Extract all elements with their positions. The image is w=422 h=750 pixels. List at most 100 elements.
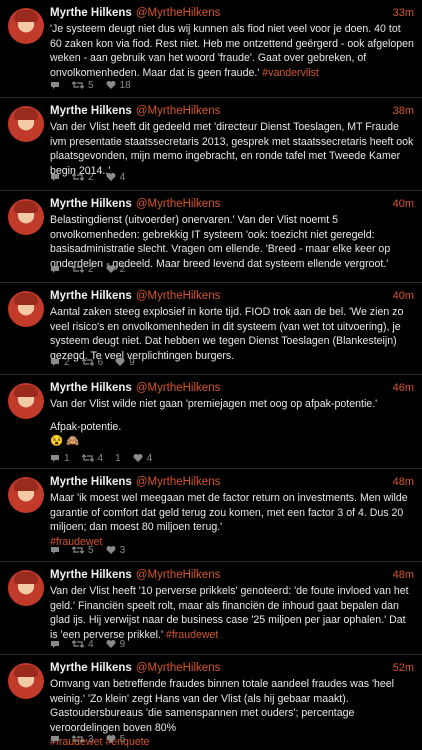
tweet-time[interactable]: 52m bbox=[393, 662, 414, 674]
tweet-actions: 4 9 bbox=[50, 637, 137, 651]
tweet-time[interactable]: 40m bbox=[393, 198, 414, 210]
user-handle[interactable]: @MyrtheHilkens bbox=[136, 7, 221, 19]
reply-icon bbox=[51, 547, 59, 554]
quote-count: 1 bbox=[115, 453, 121, 464]
retweet-count: 4 bbox=[88, 638, 94, 650]
reply-button[interactable] bbox=[50, 80, 60, 90]
tweet-header: Myrthe Hilkens @MyrtheHilkens 33m bbox=[50, 7, 414, 23]
reply-button[interactable] bbox=[50, 264, 60, 274]
heart-icon bbox=[106, 81, 116, 89]
user-name[interactable]: Myrthe Hilkens bbox=[50, 476, 132, 488]
tweet-header: Myrthe Hilkens @MyrtheHilkens 38m bbox=[50, 105, 414, 121]
avatar[interactable] bbox=[8, 663, 44, 699]
reply-icon bbox=[51, 266, 59, 273]
tweet-time[interactable]: 48m bbox=[393, 476, 414, 488]
retweet-icon bbox=[72, 265, 84, 273]
user-handle[interactable]: @MyrtheHilkens bbox=[136, 476, 221, 488]
hashtag[interactable]: #vandervlist bbox=[262, 67, 319, 79]
tweet[interactable]: Myrthe Hilkens @MyrtheHilkens 38m Van der… bbox=[0, 98, 422, 191]
reply-count: 1 bbox=[64, 452, 70, 464]
like-button[interactable]: 18 bbox=[106, 80, 131, 91]
user-name[interactable]: Myrthe Hilkens bbox=[50, 382, 132, 394]
like-count: 4 bbox=[146, 452, 153, 464]
retweet-button[interactable]: 5 bbox=[72, 80, 94, 91]
reply-button[interactable] bbox=[50, 172, 60, 182]
tweet-header: Myrthe Hilkens @MyrtheHilkens 46m bbox=[50, 382, 414, 398]
reply-icon bbox=[51, 641, 59, 648]
user-name[interactable]: Myrthe Hilkens bbox=[50, 662, 132, 674]
avatar[interactable] bbox=[8, 106, 44, 142]
tweet[interactable]: Myrthe Hilkens @MyrtheHilkens 40m Belasti… bbox=[0, 191, 422, 283]
tweet-time[interactable]: 38m bbox=[393, 105, 414, 117]
user-name[interactable]: Myrthe Hilkens bbox=[50, 198, 132, 210]
heart-icon bbox=[106, 735, 116, 743]
tweet[interactable]: Myrthe Hilkens @MyrtheHilkens 33m 'Je sys… bbox=[0, 0, 422, 98]
tweet[interactable]: Myrthe Hilkens @MyrtheHilkens 52m Omvang … bbox=[0, 655, 422, 750]
tweet-time[interactable]: 40m bbox=[393, 290, 414, 302]
retweet-icon bbox=[81, 454, 94, 462]
like-button[interactable]: 4 bbox=[106, 172, 125, 183]
like-count: 3 bbox=[119, 544, 126, 556]
user-handle[interactable]: @MyrtheHilkens bbox=[136, 569, 221, 581]
retweet-button[interactable]: 4 bbox=[81, 453, 103, 464]
heart-icon bbox=[106, 640, 116, 648]
like-count: 2 bbox=[119, 263, 126, 275]
tweet[interactable]: Myrthe Hilkens @MyrtheHilkens 40m Aantal … bbox=[0, 283, 422, 375]
like-count: 18 bbox=[119, 79, 131, 91]
tweet-text: Van der Vlist wilde niet gaan 'premiejag… bbox=[50, 397, 414, 449]
like-count: 5 bbox=[119, 733, 126, 745]
reply-icon bbox=[51, 174, 59, 181]
avatar[interactable] bbox=[8, 477, 44, 513]
avatar[interactable] bbox=[8, 199, 44, 235]
hashtag[interactable]: #fraudewet bbox=[166, 629, 218, 641]
retweet-count: 5 bbox=[88, 544, 94, 556]
reply-icon bbox=[51, 736, 59, 743]
like-button[interactable]: 9 bbox=[115, 357, 135, 368]
reply-button[interactable]: 2 bbox=[50, 357, 70, 368]
retweet-icon bbox=[72, 640, 84, 648]
like-button[interactable]: 9 bbox=[106, 639, 125, 650]
tweet[interactable]: Myrthe Hilkens @MyrtheHilkens 46m Van der… bbox=[0, 375, 422, 469]
heart-icon bbox=[106, 265, 116, 273]
user-handle[interactable]: @MyrtheHilkens bbox=[136, 290, 221, 302]
avatar[interactable] bbox=[8, 291, 44, 327]
tweet-time[interactable]: 48m bbox=[393, 569, 414, 581]
tweet[interactable]: Myrthe Hilkens @MyrtheHilkens 48m Van der… bbox=[0, 562, 422, 655]
user-name[interactable]: Myrthe Hilkens bbox=[50, 290, 132, 302]
tweet-body-line: Afpak-potentie. bbox=[50, 420, 122, 433]
like-count: 9 bbox=[129, 356, 135, 368]
user-name[interactable]: Myrthe Hilkens bbox=[50, 569, 132, 581]
tweet-body: Maar 'ik moest wel meegaan met de factor… bbox=[50, 492, 408, 533]
tweet-header: Myrthe Hilkens @MyrtheHilkens 52m bbox=[50, 662, 414, 678]
retweet-button[interactable]: 2 bbox=[72, 172, 94, 183]
heart-icon bbox=[106, 546, 116, 554]
tweet-body: 'Je systeem deugt niet dus wij kunnen al… bbox=[50, 23, 414, 79]
user-handle[interactable]: @MyrtheHilkens bbox=[136, 198, 221, 210]
like-button[interactable]: 2 bbox=[106, 263, 126, 275]
avatar[interactable] bbox=[8, 383, 44, 419]
retweet-count: 2 bbox=[88, 171, 94, 183]
reply-button[interactable] bbox=[50, 734, 60, 744]
retweet-button[interactable]: 6 bbox=[81, 357, 103, 368]
tweet-time[interactable]: 46m bbox=[393, 382, 414, 394]
tweet[interactable]: Myrthe Hilkens @MyrtheHilkens 48m Maar 'i… bbox=[0, 469, 422, 562]
reply-button[interactable] bbox=[50, 639, 60, 649]
retweet-button[interactable]: 5 bbox=[72, 545, 94, 556]
tweet-time[interactable]: 33m bbox=[393, 7, 414, 19]
user-handle[interactable]: @MyrtheHilkens bbox=[136, 662, 221, 674]
user-handle[interactable]: @MyrtheHilkens bbox=[136, 382, 221, 394]
user-name[interactable]: Myrthe Hilkens bbox=[50, 7, 132, 19]
tweet-actions: 2 2 bbox=[50, 262, 137, 276]
like-button[interactable]: 5 bbox=[106, 733, 126, 745]
avatar[interactable] bbox=[8, 8, 44, 44]
reply-button[interactable]: 1 bbox=[50, 453, 70, 464]
retweet-button[interactable]: 3 bbox=[72, 734, 94, 745]
user-name[interactable]: Myrthe Hilkens bbox=[50, 105, 132, 117]
avatar[interactable] bbox=[8, 570, 44, 606]
retweet-button[interactable]: 2 bbox=[72, 264, 94, 275]
retweet-button[interactable]: 4 bbox=[72, 639, 94, 650]
user-handle[interactable]: @MyrtheHilkens bbox=[136, 105, 221, 117]
like-button[interactable]: 4 bbox=[133, 452, 153, 464]
reply-button[interactable] bbox=[50, 545, 60, 555]
like-button[interactable]: 3 bbox=[106, 544, 126, 556]
